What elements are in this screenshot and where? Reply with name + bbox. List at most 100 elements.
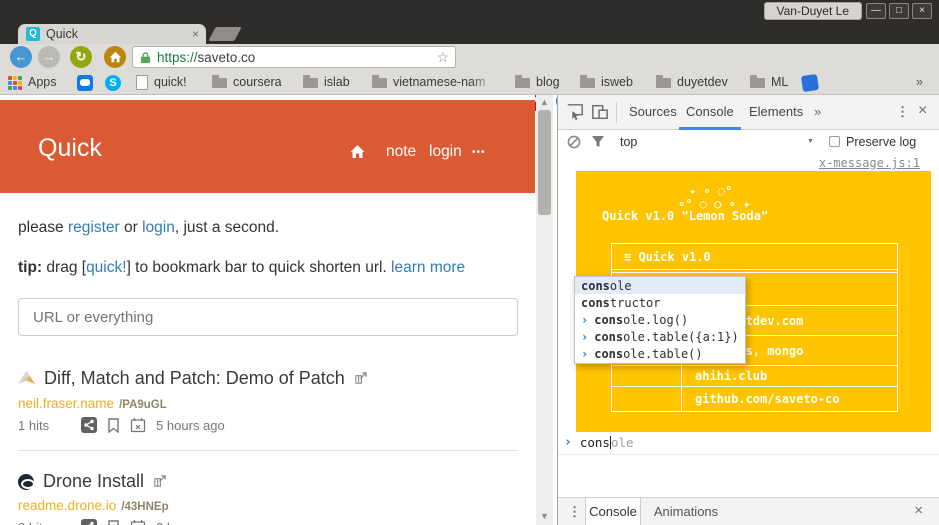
- bookmark-folder-ml[interactable]: ML: [771, 75, 788, 89]
- item-domain-row[interactable]: neil.fraser.name/PA9uGL: [18, 396, 167, 411]
- tab-close-icon[interactable]: ×: [192, 27, 199, 41]
- nav-note-link[interactable]: note: [386, 143, 416, 161]
- url-scheme: https://: [157, 50, 198, 65]
- bookmark-apps-label[interactable]: Apps: [28, 75, 57, 89]
- scrollbar-down-icon[interactable]: ▼: [540, 512, 549, 520]
- item-title-text[interactable]: Drone Install: [43, 471, 144, 492]
- item-slug[interactable]: /PA9uGL: [119, 399, 167, 411]
- apps-grid-icon[interactable]: [8, 76, 22, 90]
- bookmark-folder-islab[interactable]: islab: [324, 75, 350, 89]
- folder-icon[interactable]: [303, 78, 318, 88]
- table-cell: [612, 366, 682, 386]
- folder-icon[interactable]: [212, 78, 227, 88]
- preserve-log-label[interactable]: Preserve log: [846, 135, 916, 149]
- devtools-tab-sources[interactable]: Sources: [629, 104, 677, 119]
- devtools-tab-console[interactable]: Console: [686, 104, 734, 119]
- bookmark-quick[interactable]: quick!: [154, 75, 187, 89]
- check-app-icon[interactable]: [801, 74, 819, 92]
- autocomplete-item[interactable]: ›console.table(): [575, 346, 745, 363]
- bookmark-star-icon[interactable]: ☆: [436, 49, 449, 66]
- quick-bookmarklet-link[interactable]: quick!: [86, 259, 127, 276]
- zalo-icon[interactable]: [77, 75, 93, 91]
- bookmark-folder-isweb[interactable]: isweb: [601, 75, 633, 89]
- register-link[interactable]: register: [68, 219, 120, 236]
- page-scrollbar-thumb[interactable]: [538, 110, 551, 215]
- bookmark-folder-blog[interactable]: blog: [536, 75, 560, 89]
- reload-button[interactable]: ↻: [70, 46, 92, 68]
- preserve-log-checkbox[interactable]: [829, 136, 840, 147]
- autocomplete-item[interactable]: console: [575, 277, 745, 294]
- new-tab-button[interactable]: [208, 27, 241, 41]
- execution-context-selector[interactable]: top: [620, 135, 637, 149]
- drawer-tab-animations[interactable]: Animations: [650, 498, 722, 525]
- browser-tab-quick[interactable]: Q Quick ×: [18, 24, 206, 44]
- item-title-text[interactable]: Diff, Match and Patch: Demo of Patch: [44, 368, 345, 389]
- quick-bookmarklet-icon[interactable]: [136, 75, 148, 90]
- eval-chevron-icon: ›: [581, 330, 588, 344]
- drawer-tab-console[interactable]: Console: [585, 498, 641, 525]
- profile-button[interactable]: Van-Duyet Le: [764, 2, 863, 20]
- drawer-kebab-icon[interactable]: ⋮: [568, 504, 581, 520]
- console-art-sparkles: ✦ ∘ ◌°: [689, 184, 732, 198]
- address-bar[interactable]: https://saveto.co ☆: [132, 46, 456, 68]
- external-link-icon[interactable]: [354, 372, 367, 385]
- folder-icon[interactable]: [656, 78, 671, 88]
- inspect-element-icon[interactable]: [566, 103, 584, 121]
- item-meta-row: 0 hits 3 hours ago: [18, 519, 225, 525]
- autocomplete-item[interactable]: ›console.log(): [575, 311, 745, 328]
- url-shorten-input[interactable]: [18, 298, 518, 336]
- forward-button[interactable]: →: [38, 46, 60, 68]
- item-domain[interactable]: neil.fraser.name: [18, 396, 114, 411]
- share-icon[interactable]: [81, 519, 97, 525]
- context-dropdown-icon[interactable]: ▼: [807, 138, 814, 145]
- skype-icon[interactable]: S: [105, 75, 121, 91]
- back-button[interactable]: ←: [10, 46, 32, 68]
- url-host: saveto.co: [198, 50, 256, 65]
- devtools-kebab-icon[interactable]: ⋮: [896, 104, 909, 120]
- console-prompt[interactable]: › cons ole: [564, 435, 634, 450]
- devtools-close-icon[interactable]: ×: [918, 102, 927, 120]
- folder-icon[interactable]: [515, 78, 530, 88]
- site-brand[interactable]: Quick: [38, 134, 102, 163]
- item-hits: 1 hits: [18, 418, 49, 433]
- bookmark-folder-vietnamese-name[interactable]: vietnamese-nam: [393, 75, 496, 89]
- tip-t1: drag [: [42, 259, 86, 276]
- item-slug[interactable]: /43HNEp: [121, 501, 168, 513]
- autocomplete-item[interactable]: ›console.table({a:1}): [575, 329, 745, 346]
- devtools-tab-elements[interactable]: Elements: [749, 104, 803, 119]
- drawer-close-icon[interactable]: ×: [914, 502, 923, 519]
- home-button[interactable]: [104, 46, 126, 68]
- folder-icon[interactable]: [750, 78, 765, 88]
- pin-bookmark-icon[interactable]: [107, 418, 120, 433]
- list-item-title[interactable]: Diff, Match and Patch: Demo of Patch: [18, 368, 367, 389]
- list-item-title[interactable]: Drone Install: [18, 471, 166, 492]
- login-link[interactable]: login: [142, 219, 175, 236]
- bookmark-folder-duyetdev[interactable]: duyetdev: [677, 75, 728, 89]
- autocomplete-item[interactable]: constructor: [575, 294, 745, 311]
- share-icon[interactable]: [81, 417, 97, 433]
- calendar-x-icon: [130, 519, 146, 525]
- bookmarks-overflow-icon[interactable]: »: [916, 75, 923, 89]
- item-domain-row[interactable]: readme.drone.io/43HNEp: [18, 498, 169, 513]
- folder-icon[interactable]: [580, 78, 595, 88]
- pin-bookmark-icon[interactable]: [107, 520, 120, 525]
- eval-chevron-icon: ›: [581, 347, 588, 361]
- nav-more-icon[interactable]: •••: [472, 147, 486, 158]
- item-domain[interactable]: readme.drone.io: [18, 498, 116, 513]
- bookmark-folder-coursera[interactable]: coursera: [233, 75, 282, 89]
- site-home-icon[interactable]: [349, 144, 366, 159]
- external-link-icon[interactable]: [153, 475, 166, 488]
- maximize-button[interactable]: □: [889, 3, 909, 19]
- more-tabs-icon[interactable]: »: [814, 104, 821, 119]
- device-toolbar-icon[interactable]: [591, 103, 609, 121]
- folder-icon[interactable]: [372, 78, 387, 88]
- close-button[interactable]: ×: [912, 3, 932, 19]
- clear-console-icon[interactable]: [567, 135, 581, 149]
- minimize-button[interactable]: —: [866, 3, 886, 19]
- console-source-link[interactable]: x-message.js:1: [819, 156, 920, 170]
- learn-more-link[interactable]: learn more: [391, 259, 465, 276]
- filter-icon[interactable]: [591, 135, 605, 148]
- autocomplete-match: cons: [594, 313, 623, 327]
- nav-login-link[interactable]: login: [429, 143, 462, 161]
- scrollbar-up-icon[interactable]: ▲: [540, 98, 549, 106]
